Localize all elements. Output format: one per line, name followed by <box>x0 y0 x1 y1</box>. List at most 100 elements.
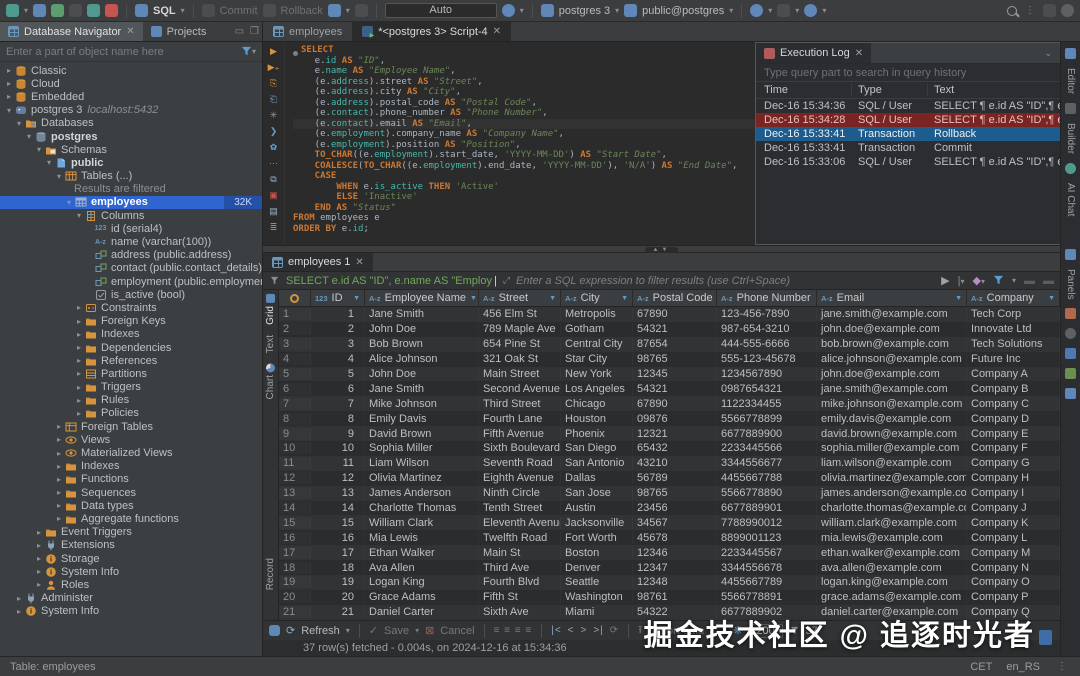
cell[interactable]: 21 <box>311 606 365 618</box>
tree-chevron[interactable]: ▸ <box>34 580 44 589</box>
cell[interactable]: Tenth Street <box>479 502 561 514</box>
cell[interactable]: 16 <box>311 532 365 544</box>
run-icon[interactable]: ▶ <box>268 45 280 57</box>
table-row[interactable]: 1111Liam WilsonSeventh RoadSan Antonio43… <box>279 456 1060 471</box>
cell[interactable]: Daniel Carter <box>365 606 479 618</box>
cell[interactable]: Company D <box>967 413 1060 425</box>
row-number[interactable]: 19 <box>279 576 311 588</box>
tree-chevron[interactable]: ▸ <box>74 303 84 312</box>
tab-database-navigator[interactable]: Database Navigator ✕ <box>0 22 143 41</box>
tab-editor[interactable]: Editor <box>1065 68 1076 94</box>
resolve-icon[interactable] <box>750 4 763 17</box>
code-line[interactable]: (e.contact).phone_number AS "Phone Numbe… <box>293 108 755 119</box>
column-header-company[interactable]: A-zCompany▼ <box>967 290 1060 306</box>
view-tab-grid[interactable]: Grid <box>265 294 276 325</box>
chevron-down-icon[interactable]: ▾ <box>615 6 619 15</box>
cell[interactable]: 12347 <box>633 562 717 574</box>
cell[interactable]: Innovate Ltd <box>967 323 1060 335</box>
column-header-email[interactable]: A-zEmail▼ <box>817 290 967 306</box>
cell[interactable]: 10 <box>311 442 365 454</box>
settings-icon[interactable]: ✿ <box>268 141 280 153</box>
find-usages-icon[interactable] <box>804 4 817 17</box>
cell[interactable]: 5 <box>311 368 365 380</box>
table-row[interactable]: 1616Mia LewisTwelfth RoadFort Worth45678… <box>279 530 1060 545</box>
table-row[interactable]: 1717Ethan WalkerMain StBoston12346223344… <box>279 545 1060 560</box>
view-tab-record[interactable]: Record <box>265 558 276 590</box>
tree-item-databases[interactable]: ▾Databases <box>0 117 262 130</box>
editor-tab-employees[interactable]: employees <box>263 22 352 41</box>
code-line[interactable]: ORDER BY e.id; <box>293 224 755 235</box>
sort-filter-icon[interactable]: ▼ <box>1048 295 1055 302</box>
cell[interactable]: Company M <box>967 547 1060 559</box>
tab-panels[interactable]: Panels <box>1065 269 1076 300</box>
cell[interactable]: Main Street <box>479 368 561 380</box>
script-icon[interactable]: ⎘ <box>268 77 280 89</box>
tx-mode-select[interactable]: Auto <box>385 3 497 18</box>
cell[interactable]: 5566778899 <box>717 413 817 425</box>
prev-page-icon[interactable]: < <box>568 625 575 636</box>
code-line[interactable]: (e.employment).company_name AS "Company … <box>293 129 755 140</box>
services-icon[interactable] <box>1065 308 1076 319</box>
play-icon[interactable]: ▶ <box>941 274 949 287</box>
sort-filter-icon[interactable]: ▼ <box>621 295 628 302</box>
database-tool-icon[interactable] <box>1065 368 1076 379</box>
cell[interactable]: 15 <box>311 517 365 529</box>
tree-item-sequences[interactable]: ▸Sequences <box>0 486 262 499</box>
table-row[interactable]: 88Emily DavisFourth LaneHouston098765566… <box>279 411 1060 426</box>
cell[interactable]: 8 <box>311 413 365 425</box>
schema-select[interactable]: public@postgres <box>642 5 724 17</box>
cell[interactable]: Third Street <box>479 398 561 410</box>
refresh-button[interactable]: Refresh <box>301 625 340 637</box>
code-line[interactable]: TO_CHAR((e.employment).start_date, 'YYYY… <box>293 150 755 161</box>
tree-chevron[interactable]: ▸ <box>54 514 64 523</box>
cell[interactable]: 0987654321 <box>717 383 817 395</box>
tree-item-employees[interactable]: ▾employees32K <box>0 196 262 209</box>
cell[interactable]: Washington <box>561 591 633 603</box>
sql-console-icon[interactable] <box>135 4 148 17</box>
row-number[interactable]: 4 <box>279 353 311 365</box>
tree-chevron[interactable]: ▸ <box>34 528 44 537</box>
cell[interactable]: Company O <box>967 576 1060 588</box>
cell[interactable]: 2 <box>311 323 365 335</box>
column-header-employee-name[interactable]: A-zEmployee Name▼ <box>365 290 479 306</box>
table-row[interactable]: 33Bob Brown654 Pine StCentral City876544… <box>279 337 1060 352</box>
tree-item-foreign-tables[interactable]: ▸Foreign Tables <box>0 420 262 433</box>
row-number[interactable]: 12 <box>279 472 311 484</box>
sort-filter-icon[interactable]: ▼ <box>955 295 962 302</box>
cell[interactable]: Gotham <box>561 323 633 335</box>
tree-item-rules[interactable]: ▸Rules <box>0 394 262 407</box>
cell[interactable]: 3344556677 <box>717 457 817 469</box>
toggle-b[interactable]: ▬ <box>1043 275 1054 287</box>
cell[interactable]: sophia.miller@example.com <box>817 442 967 454</box>
cell[interactable]: Company G <box>967 457 1060 469</box>
cell[interactable]: 789 Maple Ave <box>479 323 561 335</box>
row-number[interactable]: 3 <box>279 338 311 350</box>
ai-chat-icon[interactable] <box>1065 163 1076 174</box>
code-line[interactable]: CASE <box>293 171 755 182</box>
chevron-down-icon[interactable]: ▾ <box>822 6 826 15</box>
table-row[interactable]: 1010Sophia MillerSixth BoulevardSan Dieg… <box>279 441 1060 456</box>
cell[interactable]: 8899001123 <box>717 532 817 544</box>
cell[interactable]: 09876 <box>633 413 717 425</box>
cell[interactable]: Twelfth Road <box>479 532 561 544</box>
txt-doc-icon[interactable]: ▤ <box>268 205 280 217</box>
cell[interactable]: Mia Lewis <box>365 532 479 544</box>
code-line[interactable]: (e.address).city AS "City", <box>293 87 755 98</box>
cell[interactable]: alice.johnson@example.com <box>817 353 967 365</box>
tree-chevron[interactable]: ▾ <box>54 172 64 181</box>
table-row[interactable]: 44Alice Johnson321 Oak StStar City987655… <box>279 352 1060 367</box>
code-line[interactable]: (e.address).postal_code AS "Postal Code"… <box>293 98 755 109</box>
cell[interactable]: 67890 <box>633 398 717 410</box>
tree-item-name-varchar-100[interactable]: A-zname (varchar(100)) <box>0 235 262 248</box>
code-line[interactable]: ELSE 'Inactive' <box>293 192 755 203</box>
tree-item-is-active-bool[interactable]: is_active (bool) <box>0 288 262 301</box>
cell[interactable]: 54321 <box>633 383 717 395</box>
datasource-properties-icon[interactable] <box>87 4 100 17</box>
cell[interactable]: Company B <box>967 383 1060 395</box>
tree-item-references[interactable]: ▸References <box>0 354 262 367</box>
cell[interactable]: ava.allen@example.com <box>817 562 967 574</box>
tree-item-classic[interactable]: ▸Classic <box>0 64 262 77</box>
code-line[interactable]: SELECT <box>293 45 755 56</box>
cell[interactable]: Jane Smith <box>365 383 479 395</box>
table-row[interactable]: 2020Grace AdamsFifth StWashington9876155… <box>279 590 1060 605</box>
